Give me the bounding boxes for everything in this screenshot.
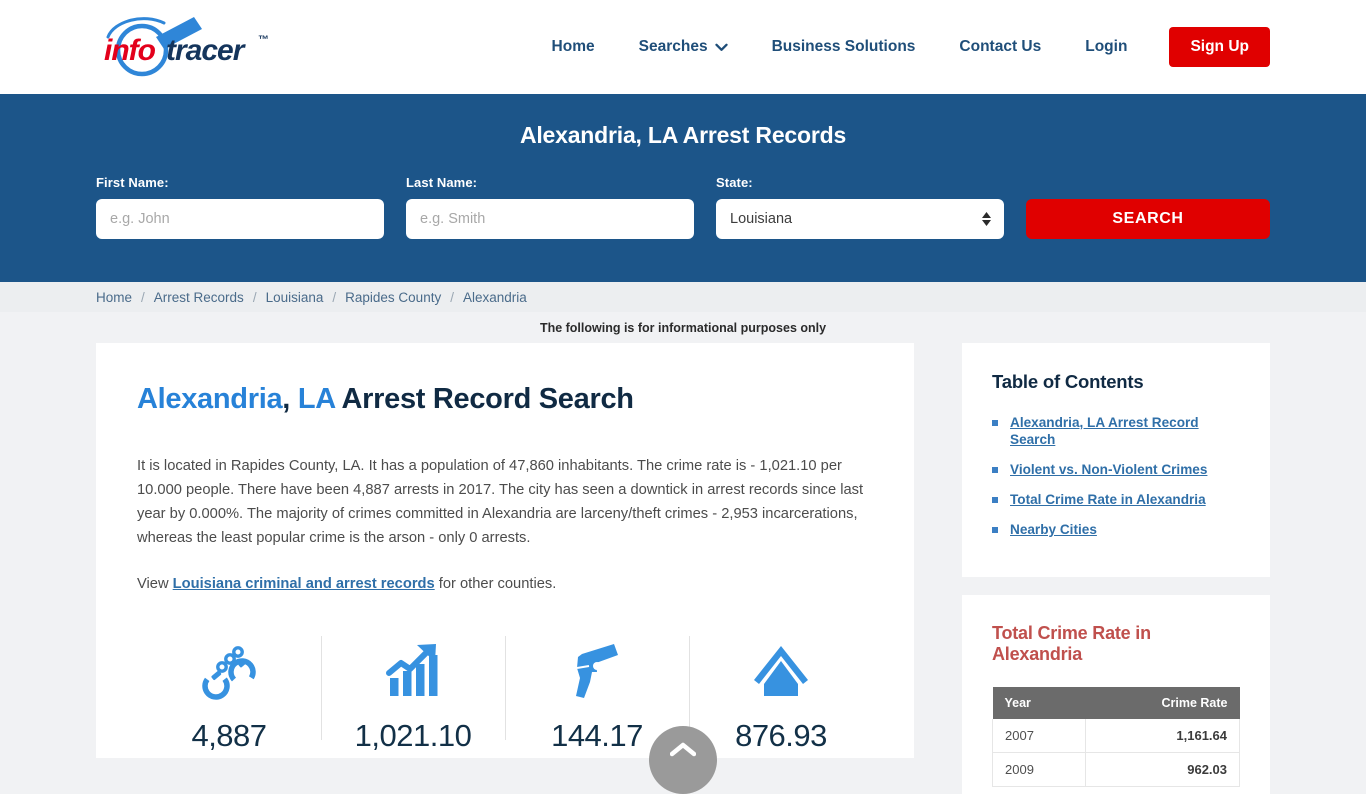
nav-home[interactable]: Home: [530, 38, 617, 56]
last-name-input[interactable]: [406, 199, 694, 239]
page-title-city: Alexandria: [137, 383, 283, 415]
toc-link-arrest-record-search[interactable]: Alexandria, LA Arrest Record Search: [1010, 414, 1240, 448]
breadcrumb-item-louisiana[interactable]: Louisiana: [266, 290, 324, 305]
view-other-counties-line: View Louisiana criminal and arrest recor…: [137, 572, 873, 596]
toc-link-total-crime-rate[interactable]: Total Crime Rate in Alexandria: [1010, 491, 1206, 508]
total-crime-rate-card: Total Crime Rate in Alexandria Year Crim…: [962, 595, 1270, 794]
toc-list-item: Violent vs. Non-Violent Crimes: [992, 461, 1240, 478]
informational-notice: The following is for informational purpo…: [539, 321, 827, 335]
banner-title: Alexandria, LA Arrest Records: [519, 122, 847, 148]
cell-year: 2007: [992, 719, 1086, 753]
page-title-state: LA: [297, 383, 335, 415]
total-crime-rate-title: Total Crime Rate in Alexandria: [992, 623, 1151, 664]
table-row: 2009 962.03: [992, 752, 1241, 787]
chevron-down-icon: [714, 43, 728, 51]
logo-text-info: info: [104, 34, 156, 67]
view-prefix: View: [137, 576, 173, 592]
crime-rate-table: Year Crime Rate 2007 1,161.64 2009 962.0…: [992, 687, 1241, 787]
table-header-row: Year Crime Rate: [992, 687, 1240, 719]
breadcrumb-separator: /: [450, 289, 454, 305]
view-suffix: for other counties.: [434, 576, 557, 592]
nav-searches-label: Searches: [638, 38, 708, 55]
nav-business-solutions[interactable]: Business Solutions: [750, 38, 938, 56]
first-name-input[interactable]: [96, 199, 384, 239]
col-header-crime-rate: Crime Rate: [1085, 687, 1240, 719]
page-title-rest: Arrest Record Search: [341, 383, 634, 415]
nav-contact-us[interactable]: Contact Us: [937, 38, 1063, 56]
sidebar: Table of Contents Alexandria, LA Arrest …: [962, 343, 1270, 794]
stat-property-crime-value: 876.93: [735, 718, 827, 753]
nav-login-label: Login: [1085, 38, 1128, 55]
table-of-contents-list: Alexandria, LA Arrest Record Search Viol…: [992, 414, 1240, 538]
nav-login[interactable]: Login: [1063, 38, 1149, 56]
toc-link-nearby-cities[interactable]: Nearby Cities: [1010, 521, 1097, 538]
logo-text-tracer: tracer: [166, 34, 244, 67]
search-banner: Alexandria, LA Arrest Records First Name…: [0, 94, 1366, 282]
city-description-paragraph: It is located in Rapides County, LA. It …: [137, 458, 864, 546]
site-header: info tracer ™ Home Searches Business Sol…: [0, 0, 1366, 94]
toc-list-item: Alexandria, LA Arrest Record Search: [992, 414, 1240, 448]
table-row: 2007 1,161.64: [992, 719, 1241, 753]
toc-link-violent-vs-nonviolent[interactable]: Violent vs. Non-Violent Crimes: [1010, 461, 1207, 478]
toc-list-item: Nearby Cities: [992, 521, 1240, 538]
bullet-square-icon: [992, 497, 998, 503]
bullet-square-icon: [992, 420, 998, 426]
table-of-contents-title: Table of Contents: [992, 371, 1144, 392]
stat-crime-rate: 1,021.10: [321, 634, 505, 754]
crime-stats-row: 4,887 1,021.10 144.17 876.93: [137, 634, 873, 754]
sign-up-button[interactable]: Sign Up: [1169, 27, 1270, 67]
stat-property-crime: 876.93: [689, 634, 873, 754]
nav-contact-us-label: Contact Us: [959, 38, 1042, 55]
first-name-label: First Name:: [96, 175, 169, 190]
growth-chart-icon: [321, 640, 505, 702]
bullet-square-icon: [992, 527, 998, 533]
table-of-contents-card: Table of Contents Alexandria, LA Arrest …: [962, 343, 1270, 577]
page-title: Alexandria, LA Arrest Record Search: [137, 383, 873, 416]
cell-crime-rate: 1,161.64: [1084, 719, 1241, 753]
state-group: State: Louisiana: [716, 175, 1004, 239]
breadcrumb-item-home[interactable]: Home: [96, 290, 132, 305]
page-title-comma: ,: [282, 383, 291, 415]
nav-home-label: Home: [551, 38, 595, 55]
breadcrumb-item-rapides-county[interactable]: Rapides County: [345, 290, 441, 305]
main-content-card: Alexandria, LA Arrest Record Search It i…: [96, 343, 914, 758]
breadcrumb-item-alexandria: Alexandria: [462, 289, 527, 305]
crime-rate-table-head: Year Crime Rate: [992, 687, 1240, 719]
last-name-group: Last Name:: [406, 175, 694, 239]
breadcrumb-item-arrest-records[interactable]: Arrest Records: [154, 290, 244, 305]
col-header-year: Year: [992, 687, 1086, 719]
state-label: State:: [716, 175, 753, 190]
stat-arrests: 4,887: [137, 634, 321, 754]
nav-business-solutions-label: Business Solutions: [771, 38, 916, 55]
breadcrumb-separator: /: [252, 289, 257, 305]
house-icon: [689, 640, 873, 702]
cell-crime-rate: 962.03: [1084, 752, 1241, 787]
toc-list-item: Total Crime Rate in Alexandria: [992, 491, 1240, 508]
main-navigation: Home Searches Business Solutions Contact…: [530, 27, 1270, 67]
stat-arrests-value: 4,887: [191, 718, 267, 753]
breadcrumb-separator: /: [141, 289, 145, 305]
bullet-square-icon: [992, 467, 998, 473]
stat-crime-rate-value: 1,021.10: [354, 718, 472, 753]
state-select-wrap: Louisiana: [716, 199, 1004, 239]
chevron-up-icon: [670, 742, 696, 757]
crime-rate-table-body: 2007 1,161.64 2009 962.03: [992, 719, 1241, 787]
last-name-label: Last Name:: [406, 175, 478, 190]
breadcrumb: Home / Arrest Records / Louisiana / Rapi…: [0, 282, 1366, 312]
breadcrumb-separator: /: [332, 289, 337, 305]
cell-year: 2009: [992, 752, 1086, 787]
search-submit-button[interactable]: SEARCH: [1026, 199, 1270, 239]
nav-searches[interactable]: Searches: [617, 38, 750, 56]
site-logo[interactable]: info tracer ™: [98, 12, 298, 82]
louisiana-records-link[interactable]: Louisiana criminal and arrest records: [173, 576, 435, 592]
logo-trademark: ™: [258, 34, 269, 46]
state-select[interactable]: Louisiana: [716, 199, 1004, 239]
handcuffs-icon: [137, 640, 321, 702]
first-name-group: First Name:: [96, 175, 384, 239]
handgun-icon: [505, 640, 689, 702]
scroll-to-top-button[interactable]: [649, 726, 717, 794]
arrest-search-form: First Name: Last Name: State: Louisiana …: [96, 175, 1270, 239]
